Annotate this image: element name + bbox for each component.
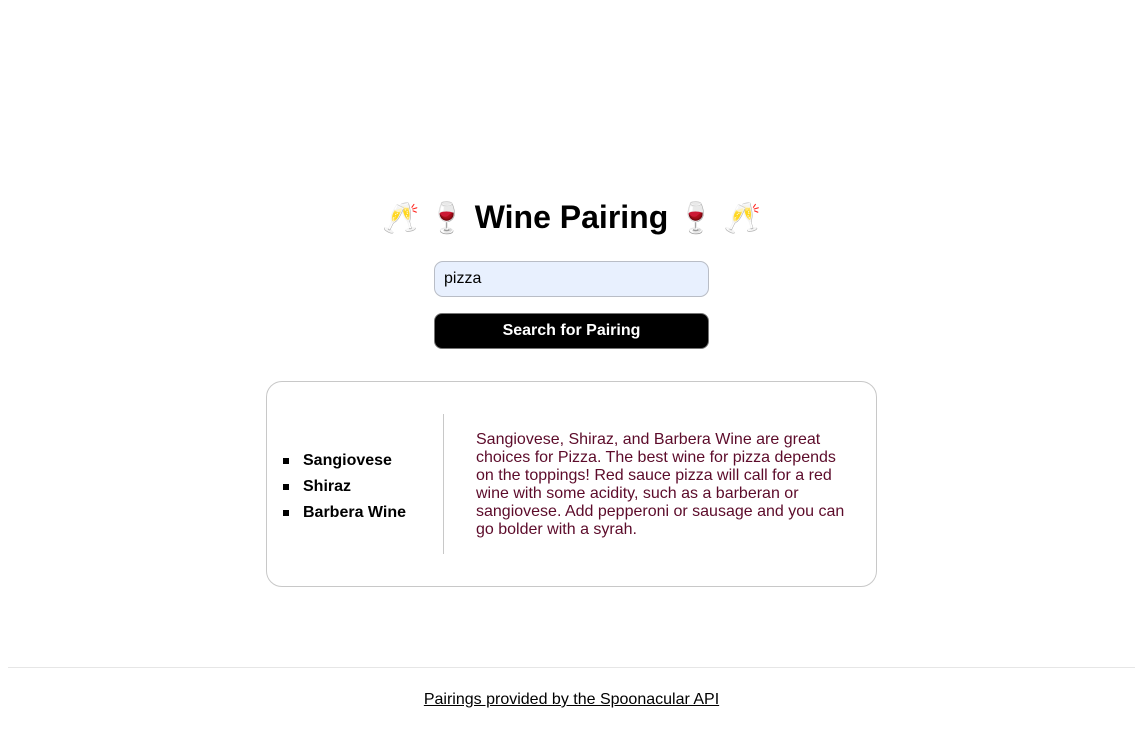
wine-name: Shiraz: [303, 478, 352, 495]
wine-glass-icon: 🍷: [428, 202, 466, 235]
search-input[interactable]: [434, 261, 709, 297]
bullet-icon: [283, 510, 289, 516]
divider: [443, 414, 444, 554]
spoonacular-credit-link[interactable]: Pairings provided by the Spoonacular API: [424, 691, 719, 708]
list-item: Barbera Wine: [283, 500, 406, 526]
search-button[interactable]: Search for Pairing: [434, 313, 709, 349]
pairing-description: Sangiovese, Shiraz, and Barbera Wine are…: [476, 431, 845, 538]
bullet-icon: [283, 484, 289, 490]
page: 🥂🍷Wine Pairing🍷🥂 Search for Pairing Sang…: [0, 0, 1143, 731]
champagne-glasses-icon: 🥂: [382, 202, 420, 235]
wine-list: Sangiovese Shiraz Barbera Wine: [283, 448, 406, 526]
champagne-glasses-icon: 🥂: [723, 202, 761, 235]
wine-name: Barbera Wine: [303, 504, 406, 521]
wine-glass-icon: 🍷: [677, 202, 715, 235]
page-title: 🥂 🍷 Wine Pairing 🍷 🥂: [0, 197, 1143, 239]
footer-divider: [8, 667, 1135, 668]
wine-name: Sangiovese: [303, 452, 392, 469]
footer: Pairings provided by the Spoonacular API: [0, 690, 1143, 710]
page-title-text: Wine Pairing: [474, 199, 669, 235]
list-item: Sangiovese: [283, 448, 406, 474]
bullet-icon: [283, 458, 289, 464]
result-card: Sangiovese Shiraz Barbera Wine Sangioves…: [266, 381, 877, 587]
list-item: Shiraz: [283, 474, 406, 500]
